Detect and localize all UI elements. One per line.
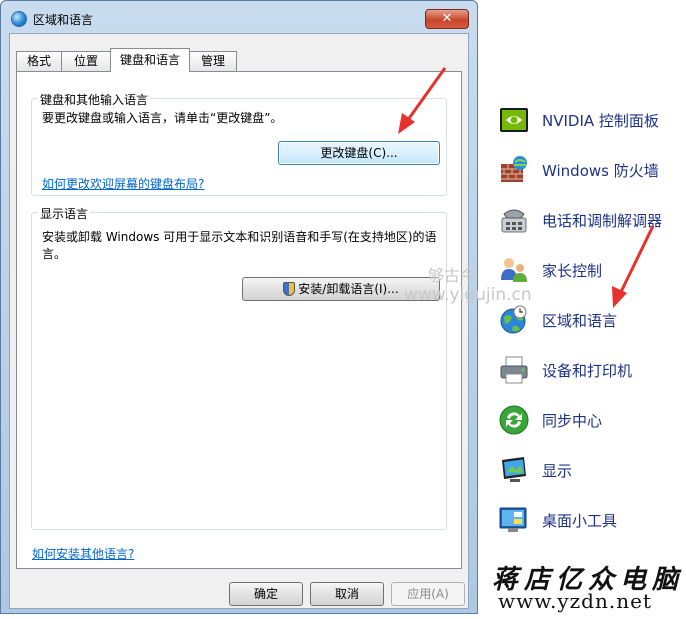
gadgets-icon [499, 507, 527, 532]
cp-label-phone-modem: 电话和调制解调器 [542, 212, 663, 230]
cp-label-parental-controls: 家长控制 [542, 262, 603, 280]
sync-icon [499, 405, 529, 435]
nvidia-icon [500, 108, 528, 132]
title-bar[interactable]: 区域和语言 ✕ [1, 1, 477, 35]
cp-label-devices-printers: 设备和打印机 [542, 362, 633, 380]
install-uninstall-language-label: 安装/卸载语言(I)... [298, 282, 399, 296]
globe-clock-icon [500, 305, 527, 334]
close-button[interactable]: ✕ [425, 9, 469, 29]
tab-keyboard-language[interactable]: 键盘和语言 [110, 48, 190, 72]
printer-icon [500, 356, 528, 384]
cp-label-display: 显示 [542, 462, 573, 480]
watermark-name: 够古今 [428, 266, 477, 285]
tab-location[interactable]: 位置 [61, 51, 111, 71]
cp-label-firewall: Windows 防火墙 [542, 162, 659, 180]
tab-panel-keyboard-language: 键盘和其他输入语言 要更改键盘或输入语言，请单击“更改键盘”。 更改键盘(C).… [16, 71, 462, 569]
keyboard-group-label: 键盘和其他输入语言 [38, 91, 151, 108]
cp-label-region-language: 区域和语言 [542, 312, 618, 330]
tab-administrative[interactable]: 管理 [189, 51, 237, 71]
arrow-to-region-language [612, 225, 655, 308]
keyboard-group: 键盘和其他输入语言 要更改键盘或输入语言，请单击“更改键盘”。 更改键盘(C).… [31, 91, 447, 196]
tab-format[interactable]: 格式 [16, 51, 62, 71]
welcome-keyboard-layout-link[interactable]: 如何更改欢迎屏幕的键盘布局? [42, 175, 204, 192]
window-title: 区域和语言 [33, 13, 94, 27]
cp-label-desktop-gadgets: 桌面小工具 [542, 512, 618, 530]
keyboard-description: 要更改键盘或输入语言，请单击“更改键盘”。 [42, 111, 283, 125]
change-keyboard-button[interactable]: 更改键盘(C)... [278, 141, 440, 165]
parental-controls-icon [501, 258, 527, 282]
install-other-languages-link[interactable]: 如何安装其他语言? [32, 545, 134, 562]
region-language-dialog: 区域和语言 ✕ 格式 位置 键盘和语言 管理 键盘和其他输入语言 要更改键盘或输… [0, 0, 478, 614]
globe-icon [11, 11, 27, 27]
watermark-url: www.yigujin.cn [404, 285, 532, 305]
dialog-client-area: 格式 位置 键盘和语言 管理 键盘和其他输入语言 要更改键盘或输入语言，请单击“… [9, 33, 469, 609]
display-language-description: 安装或卸载 Windows 可用于显示文本和识别语音和手写(在支持地区)的语言。 [42, 230, 437, 261]
apply-button[interactable]: 应用(A) [391, 582, 465, 606]
display-language-group-label: 显示语言 [38, 205, 91, 222]
brand-url: www.yzdn.net [498, 589, 652, 613]
ok-button[interactable]: 确定 [229, 582, 303, 606]
cancel-button[interactable]: 取消 [310, 582, 384, 606]
display-icon [502, 457, 526, 482]
phone-modem-icon [501, 209, 527, 233]
firewall-icon [501, 156, 527, 182]
cp-label-sync-center: 同步中心 [542, 412, 603, 430]
uac-shield-icon [283, 282, 296, 296]
cp-label-nvidia: NVIDIA 控制面板 [542, 112, 659, 130]
display-language-group: 显示语言 安装或卸载 Windows 可用于显示文本和识别语音和手写(在支持地区… [31, 205, 447, 530]
